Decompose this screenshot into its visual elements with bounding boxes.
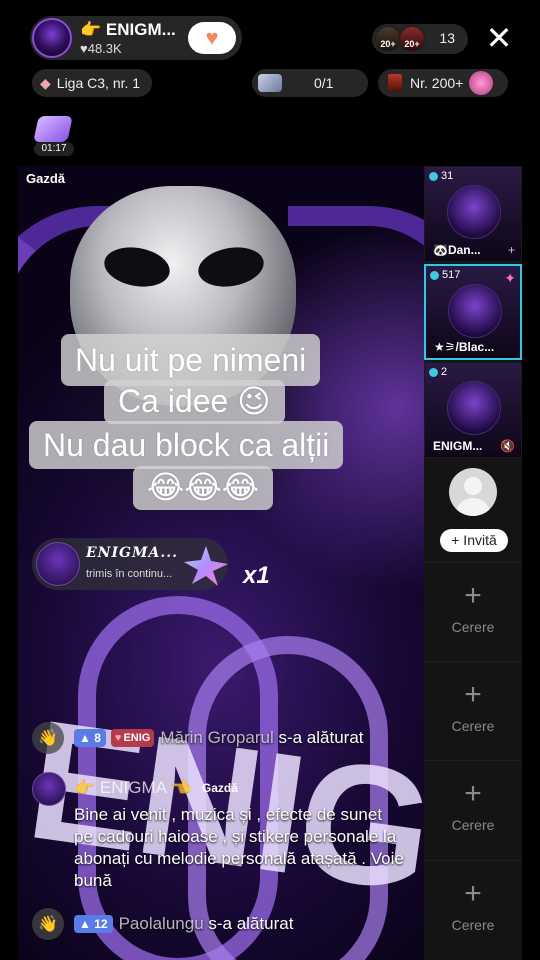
host-likes: ♥48.3K (80, 41, 122, 56)
host-tag: Gazdă (26, 171, 66, 186)
timer-label: 01:17 (34, 142, 74, 156)
league-pill[interactable]: ◆ Liga C3, nr. 1 (32, 69, 152, 97)
score-icon (430, 270, 439, 280)
chat-join-row[interactable]: 👋 ▲ 12 Paolalungu s-a alăturat (32, 908, 293, 940)
request-label: Cerere (451, 917, 495, 933)
chat-user[interactable]: Mărin Groparul (160, 728, 273, 747)
message-avatar[interactable] (32, 772, 66, 806)
goal-pill[interactable]: 0/1 (252, 69, 368, 97)
follow-count: 6 (222, 41, 227, 50)
rank-label: Nr. 200+ (410, 75, 464, 91)
person-head (464, 477, 482, 495)
guest-score: 31 (429, 170, 453, 182)
request-slot[interactable]: + Cerere (424, 661, 522, 759)
guest-avatar (447, 185, 501, 239)
viewer-avatar[interactable]: 20+ (398, 25, 426, 53)
score-icon (429, 171, 438, 181)
add-icon[interactable]: + (508, 243, 515, 257)
rank-icon (388, 74, 402, 92)
fan-badge: ♥ ENIG (110, 729, 155, 747)
caption-line: Nu uit pe nimeni (61, 334, 321, 386)
guest-score: 2 (429, 366, 447, 378)
request-slot[interactable]: + Cerere (424, 562, 522, 660)
plus-icon: + (464, 877, 482, 910)
gift-action: trimis în continu... (86, 568, 173, 580)
message-body: Bine ai venit , muzica și , efecte de su… (74, 805, 404, 890)
mask-eye (195, 242, 267, 292)
plus-icon: + (464, 678, 482, 711)
chat-action: s-a alăturat (208, 914, 294, 933)
chat-text: Paolalungu s-a alăturat (119, 914, 294, 934)
person-body (456, 498, 490, 516)
sender-name: ENIGMA... (86, 545, 178, 561)
level-number: 12 (94, 917, 108, 931)
follow-button[interactable]: ♥ 6 (188, 22, 236, 54)
rank-pill[interactable]: Nr. 200+ (378, 69, 508, 97)
gift-goal-icon (258, 74, 282, 92)
guest-slot-selected[interactable]: 517 ✦ ★⚞/Blac... (424, 264, 522, 360)
chat-join-row[interactable]: 👋 ▲ 8 ♥ ENIG Mărin Groparul s-a alăturat (32, 722, 364, 754)
league-label: Liga C3, nr. 1 (56, 75, 141, 91)
star-gift-icon (184, 546, 228, 586)
guest-avatar (447, 381, 501, 435)
request-label: Cerere (451, 718, 495, 734)
guest-slot[interactable]: 31 🐼Dan... + (424, 166, 522, 262)
guest-score-value: 517 (442, 269, 461, 281)
guest-name: 🐼Dan... (433, 243, 481, 257)
viewer-count: 13 (439, 30, 455, 46)
level-number: 8 (94, 731, 101, 745)
guest-score-value: 2 (441, 366, 448, 378)
gift-timer[interactable]: 01:17 (32, 116, 74, 156)
host-profile-pill[interactable]: 👉 ENIGM... ♥48.3K ♥ 6 (30, 16, 242, 60)
sender-avatar (36, 542, 80, 586)
guest-avatar (448, 284, 502, 338)
guest-score-value: 31 (441, 170, 454, 182)
close-icon[interactable]: ✕ (484, 22, 514, 54)
guest-slot[interactable]: 2 ENIGM... 🔇 (424, 362, 522, 458)
guest-name: ★⚞/Blac... (434, 340, 495, 354)
request-slot[interactable]: + Cerere (424, 860, 522, 958)
level-badge: ▲ 12 (74, 915, 113, 933)
plus-icon: + (464, 579, 482, 612)
heart-icon: ♥ (114, 732, 122, 744)
wave-hand-icon[interactable]: 👋 (32, 722, 64, 754)
score-icon (429, 367, 438, 377)
treasure-box-icon (33, 116, 73, 142)
star-icon: ✦ (504, 270, 516, 286)
chat-user[interactable]: Paolalungu (119, 914, 204, 933)
message-header: 👉 ENIGMA 👈 Gazdă (74, 778, 238, 798)
level-badge: ▲ 8 (74, 729, 106, 747)
chat-action: s-a alăturat (278, 728, 364, 747)
host-avatar[interactable] (32, 18, 72, 58)
viewer-list[interactable]: 20+ 20+ 13 (372, 24, 468, 54)
mask-eye (101, 242, 173, 292)
diamond-icon: ◆ (40, 74, 51, 91)
empty-seat-avatar (449, 468, 497, 516)
goal-progress: 0/1 (314, 75, 334, 91)
plus-icon: + (464, 777, 482, 810)
caption-line: 😂😂😂 (133, 466, 274, 510)
message-author[interactable]: 👉 ENIGMA 👈 (74, 778, 192, 798)
request-label: Cerere (451, 817, 495, 833)
caption-line: Ca idee 😉 (104, 380, 285, 424)
wave-hand-icon[interactable]: 👋 (32, 908, 64, 940)
request-slot[interactable]: + Cerere (424, 760, 522, 858)
host-role-badge: Gazdă (201, 781, 238, 795)
heart-icon: ♥ (205, 25, 219, 50)
guest-score: 517 (430, 269, 460, 281)
request-label: Cerere (451, 619, 495, 635)
fan-badge-label: ENIG (123, 732, 151, 744)
caption-line: Nu dau block ca alții (29, 421, 344, 469)
muted-mic-icon: 🔇 (500, 439, 515, 453)
chat-text: Mărin Groparul s-a alăturat (160, 728, 363, 748)
host-info: 👉 ENIGM... ♥48.3K (80, 20, 180, 56)
rank-badge-icon (469, 71, 494, 95)
host-name: 👉 ENIGM... (80, 20, 176, 39)
invite-button[interactable]: + Invită (440, 529, 508, 552)
gift-multiplier: x1 (243, 562, 270, 589)
